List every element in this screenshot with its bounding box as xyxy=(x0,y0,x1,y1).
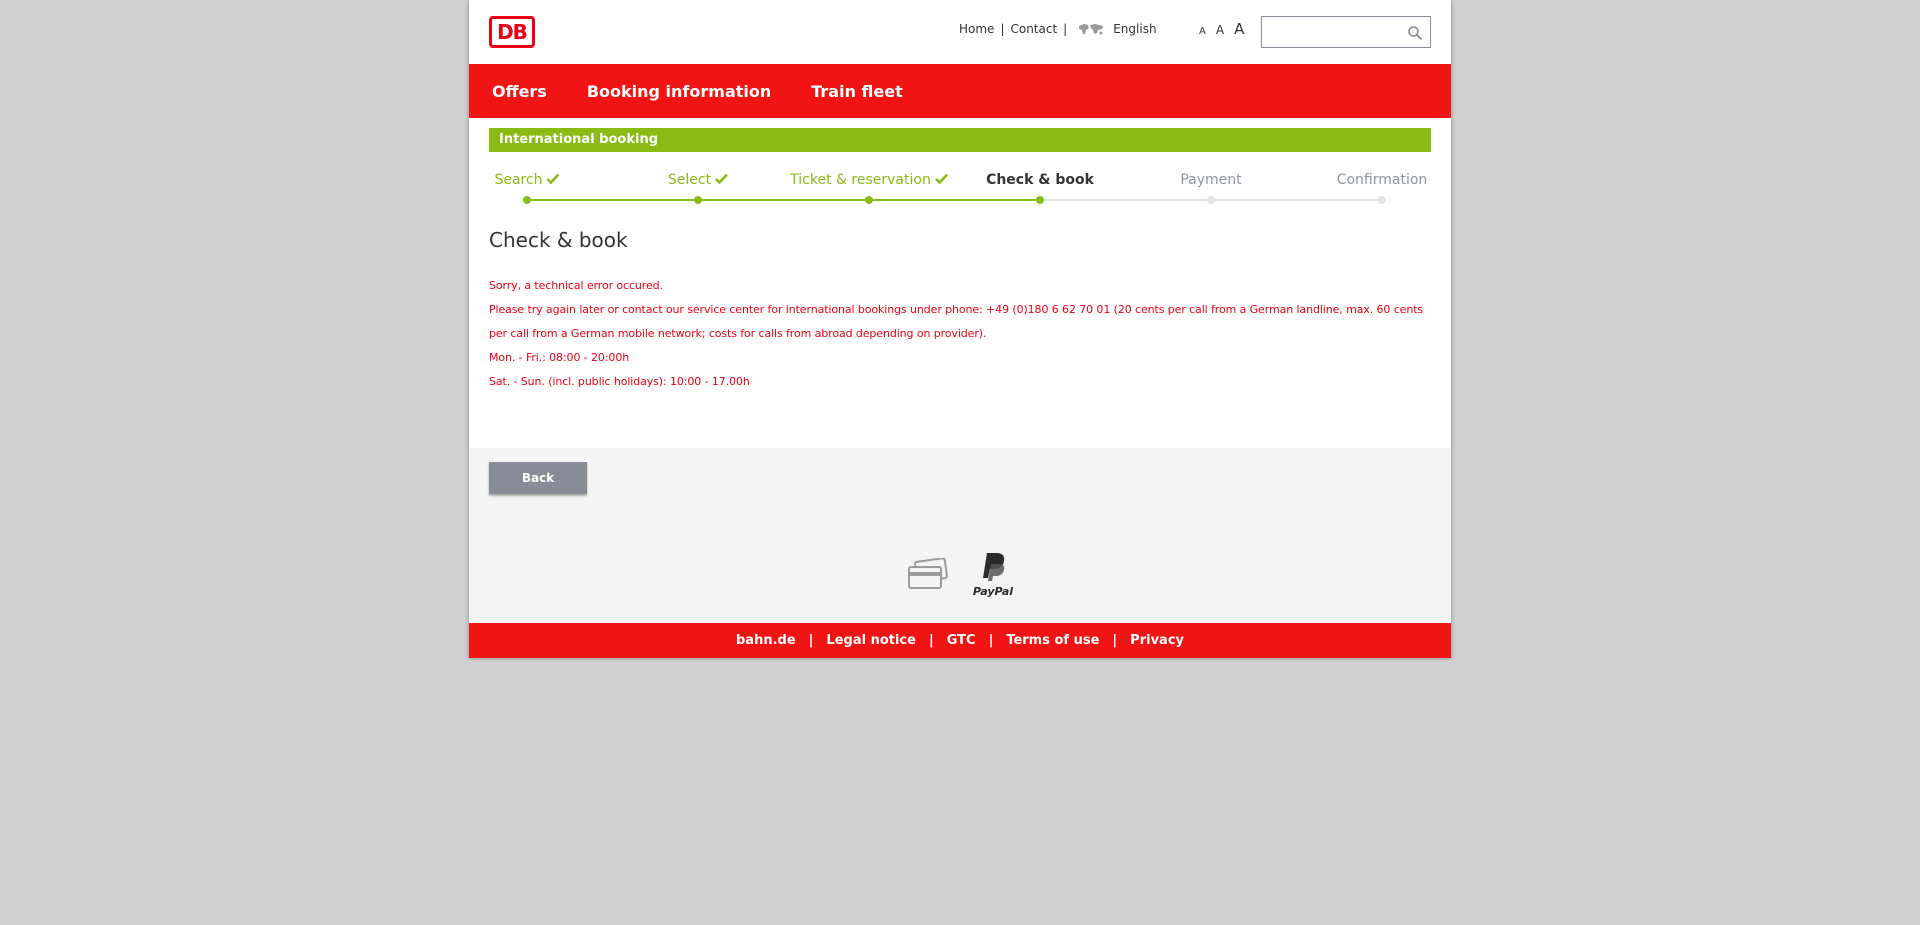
search-input[interactable] xyxy=(1262,17,1400,47)
footer-link-terms-of-use[interactable]: Terms of use xyxy=(1006,633,1099,648)
step-search[interactable]: Search xyxy=(494,172,560,188)
footer: bahn.de | Legal notice | GTC | Terms of … xyxy=(469,623,1451,658)
step-dot xyxy=(1207,196,1215,204)
action-area: Back PayPal xyxy=(469,448,1451,623)
error-line: Sat. - Sun. (incl. public holidays): 10:… xyxy=(489,375,750,388)
search-box xyxy=(1261,16,1431,48)
step-confirmation: Confirmation xyxy=(1337,172,1428,188)
footer-link-legal-notice[interactable]: Legal notice xyxy=(826,633,916,648)
step-select[interactable]: Select xyxy=(667,172,729,188)
step-label: Select xyxy=(667,172,712,188)
font-size-large-button[interactable]: A xyxy=(1234,20,1244,38)
paypal-icon: PayPal xyxy=(973,553,1013,598)
nav-offers[interactable]: Offers xyxy=(492,82,547,101)
home-link[interactable]: Home xyxy=(959,22,994,36)
progress-stepper: Search Select Ticket & reservation Check… xyxy=(489,152,1431,224)
footer-link-privacy[interactable]: Privacy xyxy=(1130,633,1184,648)
step-label: Search xyxy=(494,172,543,188)
footer-separator: | xyxy=(808,633,814,648)
step-dot xyxy=(523,196,531,204)
step-dot xyxy=(865,196,873,204)
contact-link[interactable]: Contact xyxy=(1010,22,1057,36)
credit-card-icon xyxy=(908,558,948,589)
nav-train-fleet[interactable]: Train fleet xyxy=(811,82,903,101)
checkmark-icon xyxy=(546,173,560,184)
step-dot xyxy=(1036,196,1044,204)
main-content: Check & book Sorry, a technical error oc… xyxy=(469,228,1451,394)
payment-methods: PayPal xyxy=(907,550,1017,598)
paypal-wordmark: PayPal xyxy=(973,585,1013,598)
main-nav: Offers Booking information Train fleet xyxy=(469,64,1451,118)
font-size-medium-button[interactable]: A xyxy=(1216,23,1224,37)
step-dot xyxy=(694,196,702,204)
search-icon[interactable] xyxy=(1407,25,1423,41)
step-dot xyxy=(1378,196,1386,204)
step-label: Ticket & reservation xyxy=(790,172,931,188)
back-button[interactable]: Back xyxy=(489,462,587,494)
section-title-bar: International booking xyxy=(489,128,1431,152)
checkmark-icon xyxy=(934,173,948,184)
step-check-book: Check & book xyxy=(986,172,1094,188)
db-logo[interactable]: DB xyxy=(489,16,535,48)
footer-separator: | xyxy=(988,633,994,648)
world-map-icon xyxy=(1079,24,1104,35)
header: DB Home | Contact | English A A A xyxy=(469,0,1451,64)
font-size-small-button[interactable]: A xyxy=(1199,26,1206,37)
font-size-control: A A A xyxy=(1199,20,1244,38)
step-payment: Payment xyxy=(1180,172,1241,188)
footer-separator: | xyxy=(1112,633,1118,648)
step-ticket-reservation[interactable]: Ticket & reservation xyxy=(790,172,948,188)
error-line: Sorry, a technical error occured. xyxy=(489,279,663,292)
error-message: Sorry, a technical error occured. Please… xyxy=(489,274,1431,394)
page-title: Check & book xyxy=(489,228,628,252)
step-label: Confirmation xyxy=(1336,172,1428,188)
error-line: Mon. - Fri.: 08:00 - 20:00h xyxy=(489,351,630,364)
meta-separator: | xyxy=(1063,22,1068,36)
page-container: DB Home | Contact | English A A A Offers… xyxy=(469,0,1451,658)
checkmark-icon xyxy=(715,173,729,184)
meta-nav: Home | Contact | English xyxy=(959,22,1157,36)
meta-separator: | xyxy=(1000,22,1005,36)
step-label: Payment xyxy=(1180,172,1242,188)
step-label: Check & book xyxy=(986,172,1094,188)
progress-track-done xyxy=(527,199,1040,201)
error-line: Please try again later or contact our se… xyxy=(489,303,1424,340)
footer-separator: | xyxy=(928,633,934,648)
footer-link-bahn[interactable]: bahn.de xyxy=(736,633,796,648)
language-selector[interactable]: English xyxy=(1113,22,1156,36)
nav-booking-information[interactable]: Booking information xyxy=(587,82,771,101)
footer-link-gtc[interactable]: GTC xyxy=(947,633,976,648)
